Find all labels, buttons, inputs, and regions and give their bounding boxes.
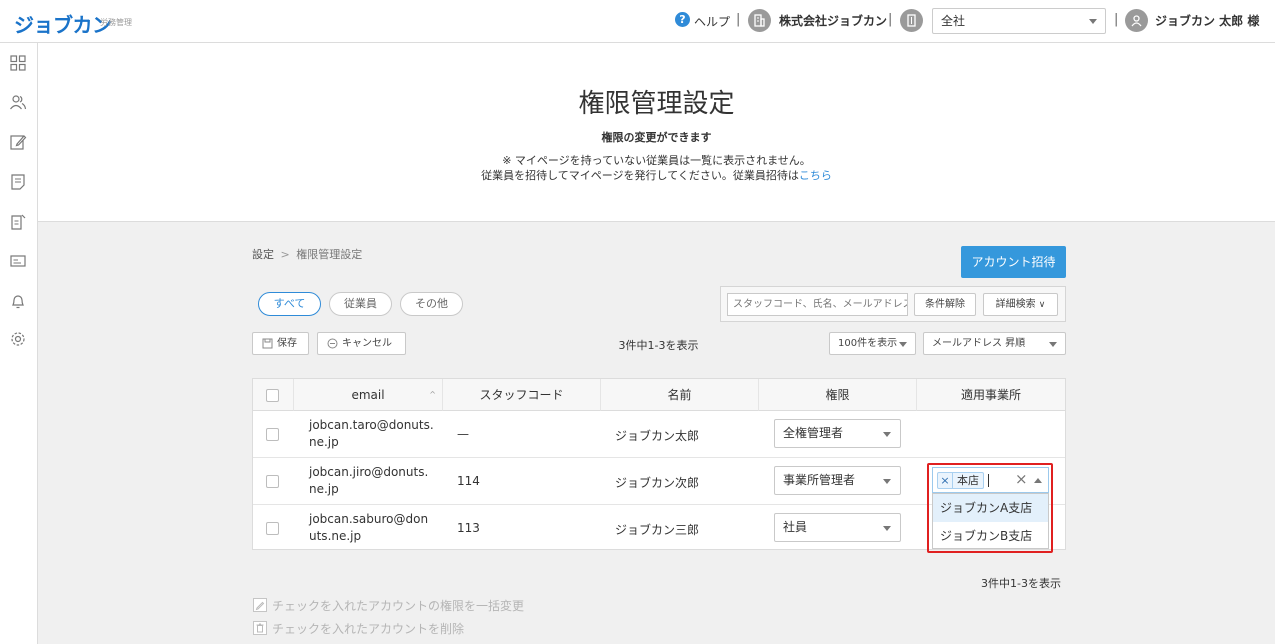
table-row: jobcan.taro@donuts.ne.jp — ジョブカン太郎 全権管理者	[253, 411, 1065, 458]
office-scope-select[interactable]: 全社	[932, 8, 1106, 34]
row-email: jobcan.saburo@donuts.ne.jp	[309, 512, 429, 543]
pencil-icon	[253, 598, 267, 612]
result-count: 3件中1-3を表示	[618, 339, 699, 352]
header-separator: |	[736, 12, 741, 27]
sort-asc-icon: ^	[429, 390, 436, 399]
chevron-down-icon	[899, 342, 907, 347]
chevron-down-icon	[1049, 342, 1057, 347]
column-header-role: 権限	[759, 379, 917, 411]
row-checkbox[interactable]	[266, 522, 279, 535]
page-title: 権限管理設定	[578, 89, 735, 119]
tab-employees[interactable]: 従業員	[329, 292, 392, 316]
tab-all[interactable]: すべて	[258, 292, 321, 316]
bulk-change-role-link[interactable]: チェックを入れたアカウントの権限を一括変更	[253, 597, 524, 614]
role-select[interactable]: 社員	[774, 513, 901, 542]
page-header: 権限管理設定 権限の変更ができます ※ マイページを持っていない従業員は一覧に表…	[38, 43, 1275, 222]
top-bar: ジョブカン 労務管理 ? ヘルプ | 株式会社ジョブカン | 全社 | ジョブカ…	[0, 0, 1275, 43]
tab-others[interactable]: その他	[400, 292, 463, 316]
search-input[interactable]	[727, 293, 908, 316]
per-page-select[interactable]: 100件を表示	[829, 332, 916, 355]
row-name: ジョブカン三郎	[615, 523, 700, 537]
advanced-search-button[interactable]: 詳細検索 ∨	[983, 293, 1058, 316]
breadcrumb: 設定 > 権限管理設定	[252, 246, 362, 262]
chevron-down-icon	[883, 432, 891, 437]
row-checkbox[interactable]	[266, 428, 279, 441]
app-logo-sub: 労務管理	[100, 18, 132, 27]
company-name: 株式会社ジョブカン	[779, 14, 888, 28]
header-separator: |	[888, 12, 893, 27]
select-all-checkbox[interactable]	[266, 389, 279, 402]
help-link[interactable]: ヘルプ	[694, 13, 730, 30]
row-staff-code: 114	[457, 474, 480, 488]
chevron-down-icon: ∨	[1038, 300, 1046, 310]
card-icon[interactable]	[9, 252, 27, 270]
column-header-office: 適用事業所	[917, 379, 1065, 411]
office-icon	[900, 9, 923, 32]
row-name: ジョブカン次郎	[615, 476, 700, 490]
chevron-down-icon	[883, 479, 891, 484]
column-header-name: 名前	[601, 379, 759, 411]
report-icon[interactable]	[9, 213, 27, 231]
row-checkbox[interactable]	[266, 475, 279, 488]
row-email: jobcan.jiro@donuts.ne.jp	[309, 465, 429, 496]
breadcrumb-separator: >	[280, 248, 290, 261]
bulk-delete-link[interactable]: チェックを入れたアカウントを削除	[253, 620, 464, 637]
row-email: jobcan.taro@donuts.ne.jp	[309, 418, 434, 449]
help-icon[interactable]: ?	[675, 12, 690, 27]
breadcrumb-parent[interactable]: 設定	[252, 248, 274, 261]
invite-account-button[interactable]: アカウント招待	[961, 246, 1066, 278]
user-menu[interactable]: ジョブカン 太郎 様	[1155, 12, 1259, 29]
page-subtitle: 権限の変更ができます	[601, 131, 712, 144]
header-separator: |	[1114, 12, 1119, 27]
edit-icon[interactable]	[9, 133, 27, 151]
header-checkbox-cell	[253, 379, 294, 411]
bell-icon[interactable]	[9, 292, 27, 310]
breadcrumb-current: 権限管理設定	[296, 248, 363, 261]
office-scope-value: 全社	[941, 14, 966, 28]
role-select[interactable]: 全権管理者	[774, 419, 901, 448]
row-staff-code: 113	[457, 521, 480, 535]
company-building-icon	[748, 9, 771, 32]
page-note-invite: 従業員を招待してマイページを発行してください。従業員招待はこちら	[481, 169, 832, 182]
clear-filter-button[interactable]: 条件解除	[914, 293, 976, 316]
chevron-down-icon	[883, 526, 891, 531]
row-staff-code: —	[457, 427, 469, 441]
column-header-email[interactable]: email ^	[294, 379, 443, 411]
trash-icon	[253, 621, 267, 635]
app-logo[interactable]: ジョブカン	[14, 9, 112, 38]
chevron-down-icon[interactable]: ∨	[1252, 13, 1259, 24]
row-name: ジョブカン太郎	[615, 429, 700, 443]
column-header-staff-code: スタッフコード	[443, 379, 601, 411]
invite-link[interactable]: こちら	[799, 169, 832, 182]
role-select[interactable]: 事業所管理者	[774, 466, 901, 495]
document-icon[interactable]	[9, 173, 27, 191]
user-avatar-icon[interactable]	[1125, 9, 1148, 32]
sort-select[interactable]: メールアドレス 昇順	[923, 332, 1066, 355]
chevron-down-icon	[1089, 19, 1097, 24]
highlight-frame	[927, 463, 1053, 553]
employees-icon[interactable]	[9, 93, 27, 111]
result-count-bottom: 3件中1-3を表示	[981, 577, 1061, 590]
page-note: ※ マイページを持っていない従業員は一覧に表示されません。	[502, 154, 811, 167]
dashboard-icon[interactable]	[9, 54, 27, 72]
